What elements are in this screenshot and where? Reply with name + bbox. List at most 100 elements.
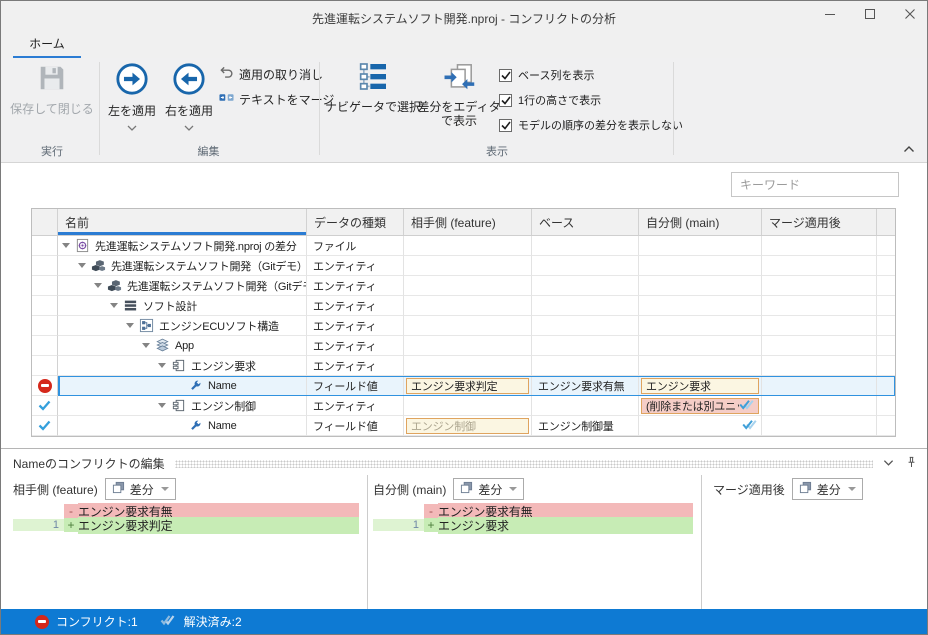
table-row[interactable]: Nameフィールド値エンジン制御エンジン制御量 <box>32 416 895 436</box>
tree-name-cell[interactable]: エンジン制御 <box>58 396 307 416</box>
view-checkbox-2[interactable]: モデルの順序の差分を表示しない <box>499 117 683 133</box>
checkbox-checked-icon[interactable] <box>499 119 512 132</box>
expander-icon[interactable] <box>158 403 166 408</box>
close-button[interactable] <box>903 7 917 21</box>
checkbox-checked-icon[interactable] <box>499 94 512 107</box>
main-value-cell[interactable] <box>639 356 762 376</box>
merged-value-cell[interactable] <box>762 316 877 336</box>
column-header-status[interactable] <box>32 209 58 235</box>
main-value-cell[interactable] <box>639 256 762 276</box>
main-value-cell[interactable] <box>639 296 762 316</box>
table-row[interactable]: エンジン要求エンティティ <box>32 356 895 376</box>
merged-value-cell[interactable] <box>762 396 877 416</box>
column-header-main[interactable]: 自分側 (main) <box>639 209 762 235</box>
feature-value-cell[interactable] <box>404 356 532 376</box>
base-value-cell[interactable] <box>532 256 639 276</box>
diff-mode-dropdown[interactable]: 差分 <box>453 478 524 500</box>
column-header-merged[interactable]: マージ適用後 <box>762 209 877 235</box>
main-value-cell[interactable] <box>639 276 762 296</box>
merged-value-cell[interactable] <box>762 416 877 436</box>
keyword-search-input[interactable] <box>731 172 899 197</box>
panel-collapse-chevron-icon[interactable] <box>883 456 894 470</box>
table-row[interactable]: 先進運転システムソフト開発（Gitデモ）エンティティ <box>32 256 895 276</box>
column-header-feature[interactable]: 相手側 (feature) <box>404 209 532 235</box>
pin-icon[interactable] <box>906 456 917 471</box>
collapse-ribbon-button[interactable] <box>901 142 917 156</box>
merged-value-cell[interactable] <box>762 336 877 356</box>
chevron-down-icon[interactable] <box>184 120 194 134</box>
table-row[interactable]: Appエンティティ <box>32 336 895 356</box>
tree-name-cell[interactable]: ソフト設計 <box>58 296 307 316</box>
table-row[interactable]: 先進運転システムソフト開発.nproj の差分ファイル <box>32 236 895 256</box>
apply-left-button[interactable]: 左を適用 <box>105 62 159 134</box>
base-value-cell[interactable] <box>532 316 639 336</box>
merged-value-cell[interactable] <box>762 356 877 376</box>
table-row[interactable]: ソフト設計エンティティ <box>32 296 895 316</box>
expander-icon[interactable] <box>126 323 134 328</box>
column-header-name[interactable]: 名前 <box>58 209 307 235</box>
feature-value-cell[interactable] <box>404 276 532 296</box>
column-header-base[interactable]: ベース <box>532 209 639 235</box>
tree-name-cell[interactable]: App <box>58 336 307 356</box>
feature-value-cell[interactable]: エンジン要求判定 <box>404 376 532 396</box>
feature-value-cell[interactable] <box>404 336 532 356</box>
tree-name-cell[interactable]: Name <box>58 416 307 436</box>
base-value-cell[interactable] <box>532 336 639 356</box>
tree-name-cell[interactable]: エンジンECUソフト構造 <box>58 316 307 336</box>
maximize-button[interactable] <box>863 7 877 21</box>
undo-apply-button[interactable]: 適用の取り消し <box>219 64 323 84</box>
merged-value-cell[interactable] <box>762 236 877 256</box>
tree-name-cell[interactable]: Name <box>58 376 307 396</box>
feature-value-cell[interactable] <box>404 236 532 256</box>
main-value-cell[interactable]: エンジン要求 <box>639 376 762 396</box>
expander-icon[interactable] <box>158 363 166 368</box>
base-value-cell[interactable]: エンジン制御量 <box>532 416 639 436</box>
pane-separator[interactable] <box>701 475 702 610</box>
feature-value-cell[interactable]: エンジン制御 <box>404 416 532 436</box>
main-value-cell[interactable] <box>639 336 762 356</box>
column-header-type[interactable]: データの種類 <box>307 209 404 235</box>
base-value-cell[interactable] <box>532 276 639 296</box>
main-value-cell[interactable]: (削除または別ユニットに… <box>639 396 762 416</box>
base-value-cell[interactable] <box>532 296 639 316</box>
merged-value-cell[interactable] <box>762 296 877 316</box>
chevron-down-icon[interactable] <box>127 120 137 134</box>
view-checkbox-0[interactable]: ベース列を表示 <box>499 67 683 83</box>
apply-right-button[interactable]: 右を適用 <box>162 62 216 134</box>
tree-name-cell[interactable]: 先進運転システムソフト開発.nproj の差分 <box>58 236 307 256</box>
base-value-cell[interactable] <box>532 356 639 376</box>
expander-icon[interactable] <box>94 283 102 288</box>
tab-home[interactable]: ホーム <box>13 33 81 59</box>
base-value-cell[interactable] <box>532 236 639 256</box>
feature-value-cell[interactable] <box>404 396 532 416</box>
select-navigator-button[interactable]: ナビゲータで選択 <box>327 62 419 114</box>
main-value-cell[interactable] <box>639 316 762 336</box>
merged-value-cell[interactable] <box>762 376 877 396</box>
table-row[interactable]: Nameフィールド値エンジン要求判定エンジン要求有無エンジン要求 <box>32 376 895 396</box>
tree-name-cell[interactable]: エンジン要求 <box>58 356 307 376</box>
feature-value-cell[interactable] <box>404 296 532 316</box>
base-value-cell[interactable]: エンジン要求有無 <box>532 376 639 396</box>
diff-mode-dropdown[interactable]: 差分 <box>105 478 176 500</box>
merged-value-cell[interactable] <box>762 276 877 296</box>
diff-mode-dropdown[interactable]: 差分 <box>792 478 863 500</box>
expander-icon[interactable] <box>78 263 86 268</box>
merged-value-cell[interactable] <box>762 256 877 276</box>
merge-text-button[interactable]: テキストをマージ <box>219 89 334 109</box>
tree-name-cell[interactable]: 先進運転システムソフト開発（Gitデモ） <box>58 276 307 296</box>
show-diff-editor-button[interactable]: 差分をエディタで表示 <box>421 62 497 128</box>
table-row[interactable]: 先進運転システムソフト開発（Gitデモ）エンティティ <box>32 276 895 296</box>
table-row[interactable]: エンジン制御エンティティ(削除または別ユニットに… <box>32 396 895 416</box>
minimize-button[interactable] <box>823 7 837 21</box>
base-value-cell[interactable] <box>532 396 639 416</box>
expander-icon[interactable] <box>110 303 118 308</box>
main-value-cell[interactable] <box>639 416 762 436</box>
tree-name-cell[interactable]: 先進運転システムソフト開発（Gitデモ） <box>58 256 307 276</box>
feature-value-cell[interactable] <box>404 316 532 336</box>
save-close-button[interactable]: 保存して閉じる <box>15 62 89 116</box>
checkbox-checked-icon[interactable] <box>499 69 512 82</box>
feature-value-cell[interactable] <box>404 256 532 276</box>
main-value-cell[interactable] <box>639 236 762 256</box>
expander-icon[interactable] <box>62 243 70 248</box>
pane-separator[interactable] <box>367 475 368 610</box>
